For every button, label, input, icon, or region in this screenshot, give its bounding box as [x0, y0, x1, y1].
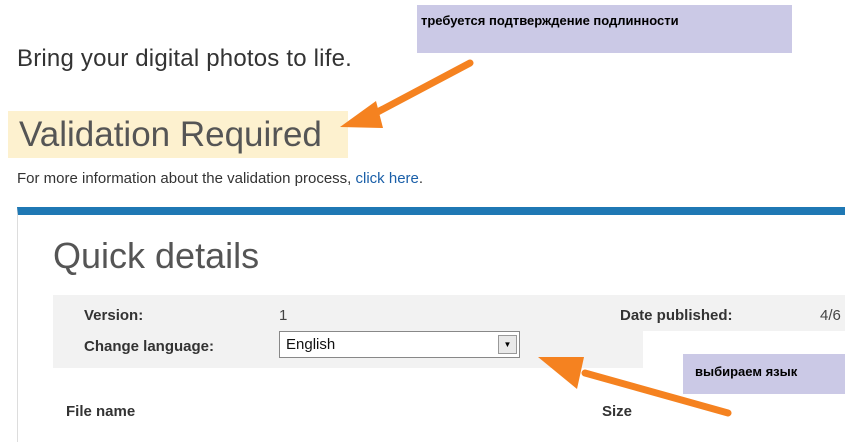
- validation-required-heading: Validation Required: [8, 111, 348, 158]
- validation-info-suffix: .: [418, 170, 424, 187]
- date-published-value: 4/6: [820, 307, 841, 324]
- validation-info-text: For more information about the validatio…: [17, 170, 356, 187]
- arrow-to-validation-icon: [340, 59, 474, 128]
- date-published-label: Date published:: [620, 307, 733, 324]
- change-language-label: Change language:: [84, 338, 215, 355]
- language-selected-value: English: [286, 336, 336, 353]
- language-select[interactable]: English ▼: [279, 331, 520, 358]
- column-header-file-name: File name: [66, 403, 136, 420]
- callout-language-note: выбираем язык: [683, 354, 845, 394]
- chevron-down-icon[interactable]: ▼: [498, 335, 517, 354]
- callout-authentication-note: требуется подтверждение подлинности: [417, 5, 792, 53]
- quick-details-title: Quick details: [53, 235, 260, 276]
- click-here-link[interactable]: click here: [356, 170, 419, 187]
- column-header-size: Size: [602, 403, 633, 420]
- page-tagline: Bring your digital photos to life.: [17, 45, 352, 72]
- version-value: 1: [279, 307, 288, 324]
- version-label: Version:: [84, 307, 144, 324]
- validation-info-line: For more information about the validatio…: [17, 170, 423, 187]
